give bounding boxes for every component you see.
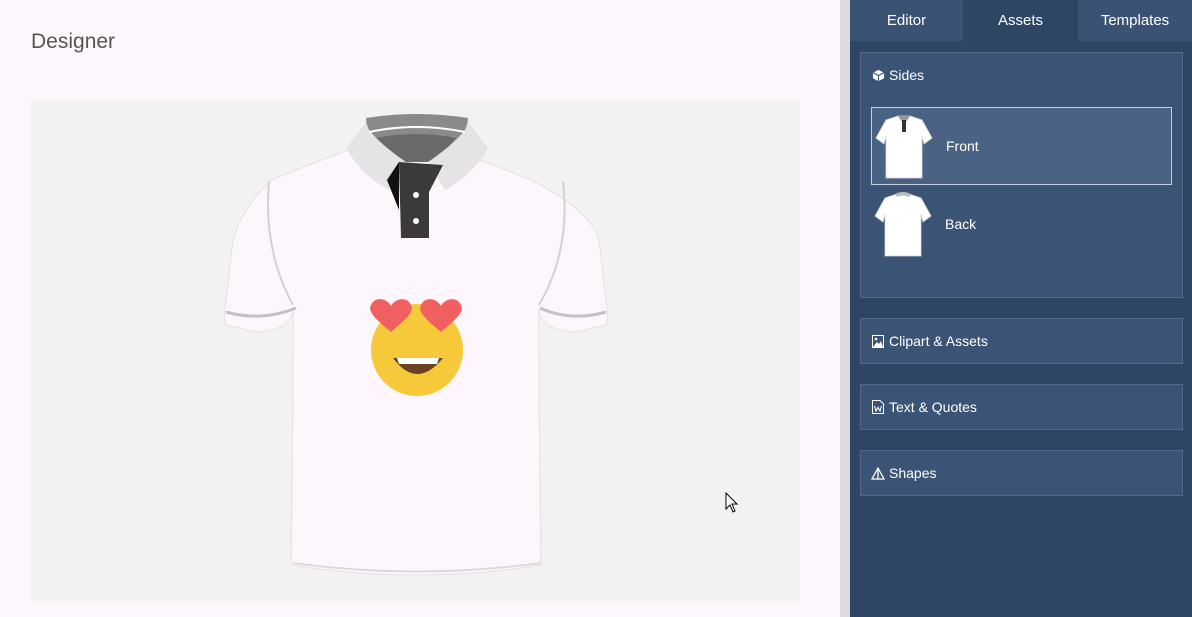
- sides-section: Sides Front Back: [860, 52, 1183, 298]
- cube-icon: [871, 68, 885, 82]
- clipart-header[interactable]: Clipart & Assets: [861, 319, 1182, 363]
- tab-bar: Editor Assets Templates: [850, 0, 1192, 42]
- polo-shirt-front[interactable]: [31, 100, 800, 601]
- mouse-cursor-icon: [725, 492, 739, 513]
- page-title: Designer: [31, 30, 116, 53]
- tab-editor[interactable]: Editor: [850, 0, 963, 41]
- design-canvas[interactable]: [31, 100, 800, 601]
- image-icon: [871, 334, 885, 348]
- designer-area: Designer: [0, 0, 840, 617]
- triangle-icon: [871, 466, 885, 480]
- text-quotes-section: Text & Quotes: [860, 384, 1183, 430]
- text-quotes-title: Text & Quotes: [889, 399, 977, 415]
- back-shirt-thumbnail: [874, 192, 932, 257]
- clipart-title: Clipart & Assets: [889, 333, 988, 349]
- side-item-label: Back: [945, 216, 977, 232]
- panel-divider[interactable]: [840, 0, 850, 617]
- word-file-icon: [871, 400, 885, 414]
- sides-header[interactable]: Sides: [861, 53, 1182, 97]
- front-shirt-thumbnail: [875, 115, 933, 179]
- right-panel: Editor Assets Templates Sides Front Back: [850, 0, 1192, 617]
- tab-assets[interactable]: Assets: [964, 0, 1077, 41]
- side-item-back[interactable]: Back: [871, 185, 1172, 263]
- side-item-label: Front: [946, 138, 979, 154]
- tab-templates[interactable]: Templates: [1078, 0, 1192, 41]
- side-item-front[interactable]: Front: [871, 107, 1172, 185]
- sides-title: Sides: [889, 67, 925, 83]
- shapes-header[interactable]: Shapes: [861, 451, 1182, 495]
- heart-eyes-emoji[interactable]: [370, 299, 463, 396]
- clipart-section: Clipart & Assets: [860, 318, 1183, 364]
- text-quotes-header[interactable]: Text & Quotes: [861, 385, 1182, 429]
- shapes-section: Shapes: [860, 450, 1183, 496]
- shapes-title: Shapes: [889, 465, 937, 481]
